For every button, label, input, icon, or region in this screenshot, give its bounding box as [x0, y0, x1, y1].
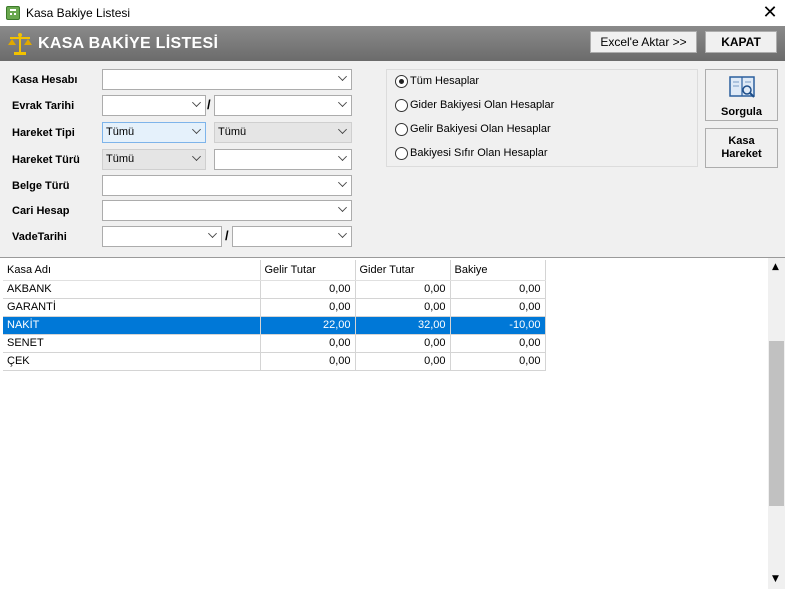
- chevron-down-icon: [338, 125, 347, 134]
- export-excel-button[interactable]: Excel'e Aktar >>: [590, 31, 697, 53]
- column-header-gelir[interactable]: Gelir Tutar: [260, 260, 356, 281]
- cell-bakiye: 0,00: [450, 280, 546, 299]
- cell-name: SENET: [3, 334, 261, 353]
- hareket-turu-sub-select[interactable]: [214, 149, 352, 170]
- vade-tarihi-to[interactable]: [232, 226, 352, 247]
- radio-dot: [395, 123, 408, 136]
- hareket-tipi-select[interactable]: Tümü: [102, 122, 206, 143]
- sorgula-button[interactable]: Sorgula: [705, 69, 778, 121]
- scroll-thumb[interactable]: [769, 341, 784, 506]
- hareket-turu-label: Hareket Türü: [12, 154, 80, 166]
- radio-dot: [395, 75, 408, 88]
- evrak-tarihi-to[interactable]: [214, 95, 352, 116]
- close-button[interactable]: KAPAT: [705, 31, 777, 53]
- hareket-tipi-value: Tümü: [106, 126, 135, 138]
- kasa-hareket-button[interactable]: Kasa Hareket: [705, 128, 778, 168]
- cell-gider: 0,00: [355, 280, 451, 299]
- cell-bakiye: 0,00: [450, 352, 546, 371]
- cell-gelir: 0,00: [260, 334, 356, 353]
- page-title: KASA BAKİYE LİSTESİ: [38, 35, 219, 52]
- cell-gider: 0,00: [355, 298, 451, 317]
- balance-table: Kasa Adı Gelir Tutar Gider Tutar Bakiye …: [3, 260, 546, 371]
- cell-gelir: 0,00: [260, 280, 356, 299]
- table-row-selected[interactable]: NAKİT 22,00 32,00 -10,00: [3, 316, 546, 335]
- cell-name: NAKİT: [3, 316, 261, 335]
- cell-gider: 0,00: [355, 334, 451, 353]
- cell-name: ÇEK: [3, 352, 261, 371]
- chevron-down-icon: [338, 178, 347, 187]
- chevron-down-icon: [192, 125, 201, 134]
- kasa-hesabi-select[interactable]: [102, 69, 352, 90]
- cell-gelir: 22,00: [260, 316, 356, 335]
- kasa-hareket-label-line1: Kasa: [728, 135, 755, 147]
- cell-name: AKBANK: [3, 280, 261, 299]
- hareket-turu-value: Tümü: [106, 153, 135, 165]
- kasa-hareket-label-line2: Hareket: [721, 148, 762, 160]
- date-separator: /: [225, 228, 229, 243]
- radio-label: Gider Bakiyesi Olan Hesaplar: [410, 99, 555, 111]
- vade-tarihi-label: VadeTarihi: [12, 231, 67, 243]
- evrak-tarihi-from[interactable]: [102, 95, 206, 116]
- table-row[interactable]: AKBANK 0,00 0,00 0,00: [3, 280, 546, 299]
- table-row[interactable]: SENET 0,00 0,00 0,00: [3, 334, 546, 353]
- cell-bakiye: -10,00: [450, 316, 546, 335]
- vertical-scrollbar[interactable]: ▲ ▼: [768, 258, 785, 589]
- cell-name: GARANTİ: [3, 298, 261, 317]
- header-band: KASA BAKİYE LİSTESİ Excel'e Aktar >> KAP…: [0, 26, 785, 61]
- scroll-down-icon[interactable]: ▼: [772, 574, 779, 584]
- window-title: Kasa Bakiye Listesi: [26, 6, 131, 20]
- radio-label: Gelir Bakiyesi Olan Hesaplar: [410, 123, 551, 135]
- table-row[interactable]: GARANTİ 0,00 0,00 0,00: [3, 298, 546, 317]
- scale-icon: [8, 33, 32, 55]
- table-row[interactable]: ÇEK 0,00 0,00 0,00: [3, 352, 546, 371]
- radio-dot: [395, 147, 408, 160]
- belge-turu-select[interactable]: [102, 175, 352, 196]
- cell-gelir: 0,00: [260, 298, 356, 317]
- hareket-turu-select[interactable]: Tümü: [102, 149, 206, 170]
- chevron-down-icon: [338, 229, 347, 238]
- belge-turu-label: Belge Türü: [12, 180, 70, 192]
- vade-tarihi-from[interactable]: [102, 226, 222, 247]
- hareket-tipi-sub-value: Tümü: [218, 126, 247, 138]
- cari-hesap-select[interactable]: [102, 200, 352, 221]
- sorgula-label: Sorgula: [721, 106, 762, 118]
- radio-dot: [395, 99, 408, 112]
- calculator-icon: [6, 6, 20, 20]
- evrak-tarihi-label: Evrak Tarihi: [12, 100, 75, 112]
- results-grid: Kasa Adı Gelir Tutar Gider Tutar Bakiye …: [0, 257, 785, 589]
- radio-label: Bakiyesi Sıfır Olan Hesaplar: [410, 147, 548, 159]
- cell-gider: 0,00: [355, 352, 451, 371]
- book-search-icon: [729, 76, 755, 98]
- cell-bakiye: 0,00: [450, 298, 546, 317]
- chevron-down-icon: [192, 98, 201, 107]
- cell-bakiye: 0,00: [450, 334, 546, 353]
- table-header: Kasa Adı Gelir Tutar Gider Tutar Bakiye: [3, 260, 546, 281]
- column-header-gider[interactable]: Gider Tutar: [355, 260, 451, 281]
- chevron-down-icon: [192, 152, 201, 161]
- cell-gelir: 0,00: [260, 352, 356, 371]
- close-icon[interactable]: ✕: [758, 2, 782, 24]
- column-header-bakiye[interactable]: Bakiye: [450, 260, 546, 281]
- radio-label: Tüm Hesaplar: [410, 75, 480, 87]
- hareket-tipi-label: Hareket Tipi: [12, 127, 75, 139]
- chevron-down-icon: [208, 229, 217, 238]
- date-separator: /: [207, 97, 211, 112]
- cell-gider: 32,00: [355, 316, 451, 335]
- balance-filter-group: Tüm Hesaplar Gider Bakiyesi Olan Hesapla…: [386, 69, 698, 167]
- column-header-kasa-adi[interactable]: Kasa Adı: [3, 260, 261, 281]
- chevron-down-icon: [338, 98, 347, 107]
- filter-panel: Kasa Hesabı Evrak Tarihi / Hareket Tipi …: [0, 61, 785, 257]
- title-bar: Kasa Bakiye Listesi ✕: [0, 0, 785, 26]
- kasa-hesabi-label: Kasa Hesabı: [12, 74, 78, 86]
- cari-hesap-label: Cari Hesap: [12, 205, 70, 217]
- scroll-up-icon[interactable]: ▲: [772, 262, 779, 272]
- chevron-down-icon: [338, 203, 347, 212]
- hareket-tipi-sub-select[interactable]: Tümü: [214, 122, 352, 143]
- chevron-down-icon: [338, 152, 347, 161]
- chevron-down-icon: [338, 72, 347, 81]
